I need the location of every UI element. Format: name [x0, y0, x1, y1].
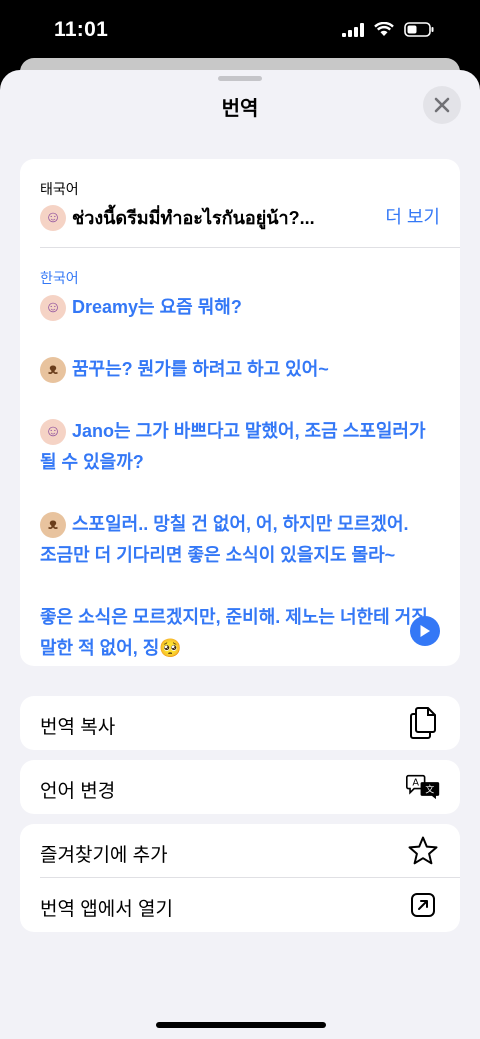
sheet-title: 번역	[221, 98, 259, 120]
translate-sheet: 번역 태국어 ☺ ช่วงนี้ดรีมมี่ทำอะไรกันอยู่น้า?…	[0, 70, 480, 1039]
dog-icon: ᴥ	[40, 357, 66, 384]
svg-text:文: 文	[425, 784, 434, 796]
copy-translation-label: 번역 복사	[40, 717, 116, 738]
change-language-button[interactable]: 언어 변경 A 文	[20, 760, 460, 814]
translation-card: 태국어 ☺ ช่วงนี้ดรีมมี่ทำอะไรกันอยู่น้า?...…	[20, 159, 460, 666]
translation-paragraph: 좋은 소식은 모르겠지만, 준비해. 제노는 너한테 거짓말한 적 없어, 징🥺	[40, 602, 430, 664]
translation-paragraph-text: 스포일러.. 망칠 건 없어, 어, 하지만 모르겠어. 조금만 더 기다리면 …	[40, 514, 409, 565]
add-to-favorites-label: 즐겨찾기에 추가	[40, 845, 168, 866]
copy-translation-button[interactable]: 번역 복사	[20, 696, 460, 750]
add-to-favorites-button[interactable]: 즐겨찾기에 추가	[20, 824, 460, 878]
copy-icon	[406, 706, 440, 740]
translation-paragraph-text: 좋은 소식은 모르겠지만, 준비해. 제노는 너한테 거짓말한 적 없어, 징	[40, 607, 428, 658]
change-language-label: 언어 변경	[40, 781, 116, 802]
open-in-translate-app-button[interactable]: 번역 앱에서 열기	[20, 878, 460, 932]
translation-paragraph-text: Dreamy는 요즘 뭐해?	[72, 297, 242, 317]
open-external-icon	[406, 888, 440, 922]
translation-paragraph: ᴥ 스포일러.. 망칠 건 없어, 어, 하지만 모르겠어. 조금만 더 기다리면…	[40, 509, 430, 571]
translation-paragraph: ᴥ 꿈꾸는? 뭔가를 하려고 하고 있어~	[40, 354, 430, 385]
pleading-face-icon: 🥺	[159, 638, 182, 658]
person-icon: ☺	[40, 419, 66, 446]
translation-paragraph-text: 꿈꾸는? 뭔가를 하려고 하고 있어~	[72, 359, 329, 379]
home-indicator	[156, 1022, 326, 1028]
wifi-icon	[374, 22, 394, 36]
source-language-label: 태국어	[40, 181, 79, 197]
more-button[interactable]: 더 보기	[385, 203, 440, 229]
svg-text:A: A	[412, 777, 419, 788]
source-text: ช่วงนี้ดรีมมี่ทำอะไรกันอยู่น้า?...	[72, 208, 315, 228]
battery-icon	[404, 22, 434, 37]
sheet-grabber[interactable]	[218, 76, 262, 81]
play-button[interactable]	[410, 616, 440, 646]
close-button[interactable]	[423, 86, 461, 124]
language-group: 언어 변경 A 文	[20, 760, 460, 814]
divider	[40, 247, 460, 248]
target-language-label: 한국어	[40, 270, 79, 286]
person-icon: ☺	[40, 204, 66, 231]
cellular-signal-icon	[342, 22, 364, 37]
person-icon: ☺	[40, 295, 66, 322]
play-icon	[420, 625, 430, 637]
close-icon	[434, 97, 450, 113]
translated-text: ☺ Dreamy는 요즘 뭐해? ᴥ 꿈꾸는? 뭔가를 하려고 하고 있어~ ☺ Ja…	[40, 292, 430, 664]
translation-paragraph-text: Jano는 그가 바쁘다고 말했어, 조금 스포일러가 될 수 있을까?	[40, 421, 426, 472]
star-icon	[406, 834, 440, 868]
dog-icon: ᴥ	[40, 512, 66, 539]
status-time: 11:01	[54, 18, 109, 41]
status-bar: 11:01	[0, 0, 480, 60]
translation-paragraph: ☺ Jano는 그가 바쁘다고 말했어, 조금 스포일러가 될 수 있을까?	[40, 416, 430, 478]
more-actions-group: 즐겨찾기에 추가 번역 앱에서 열기	[20, 824, 460, 932]
copy-group: 번역 복사	[20, 696, 460, 750]
translation-paragraph: ☺ Dreamy는 요즘 뭐해?	[40, 292, 430, 323]
status-icons	[342, 22, 434, 37]
open-in-translate-app-label: 번역 앱에서 열기	[40, 899, 173, 920]
translate-icon: A 文	[406, 770, 440, 804]
source-text-row: ☺ ช่วงนี้ดรีมมี่ทำอะไรกันอยู่น้า?... 더 보…	[40, 203, 440, 232]
